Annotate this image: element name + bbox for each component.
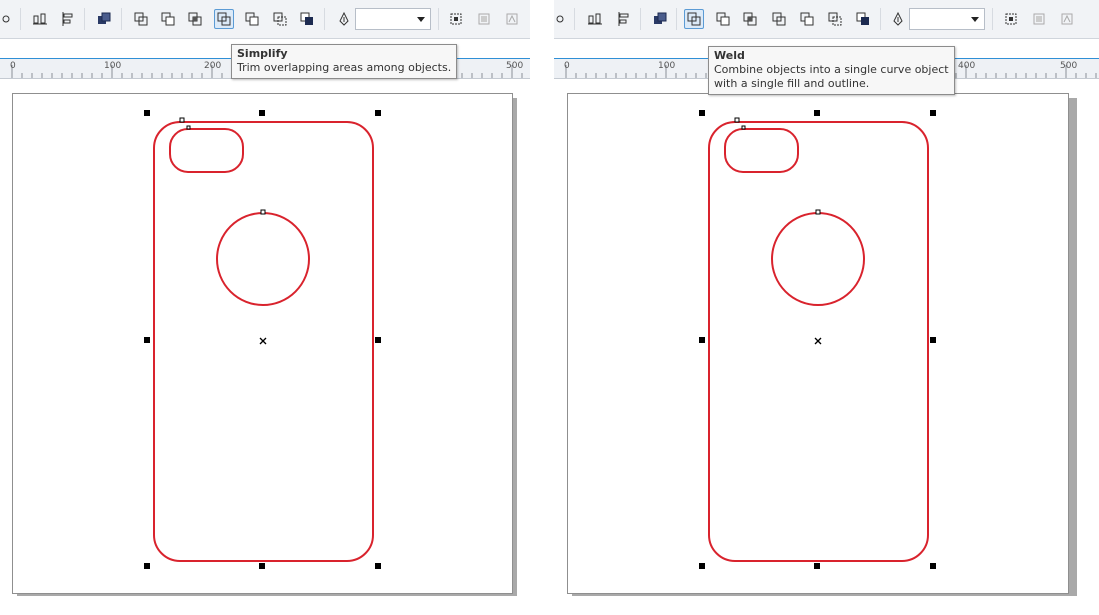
tooltip-description: with a single fill and outline.: [714, 77, 870, 90]
logo-cutout-circle[interactable]: [216, 212, 310, 306]
tooltip-description: Combine objects into a single curve obje…: [714, 63, 949, 76]
tooltip-description: Trim overlapping areas among objects.: [237, 61, 452, 74]
selection-handle[interactable]: [930, 110, 936, 116]
selection-handle[interactable]: [699, 110, 705, 116]
tooltip: Weld Combine objects into a single curve…: [708, 46, 955, 95]
selection-handle[interactable]: [144, 110, 150, 116]
drawing-layer[interactable]: [0, 0, 530, 615]
selection-handle[interactable]: [930, 563, 936, 569]
selection-handle[interactable]: [814, 110, 820, 116]
selection-handle[interactable]: [930, 337, 936, 343]
left-canvas-panel: 0 100 200 500 Simplify Trim overlapping …: [0, 0, 530, 615]
selection-handle[interactable]: [814, 563, 820, 569]
tooltip-title: Weld: [714, 49, 745, 62]
node-marker[interactable]: [741, 125, 746, 130]
selection-handle[interactable]: [144, 337, 150, 343]
node-marker[interactable]: [186, 125, 191, 130]
node-marker[interactable]: [815, 209, 821, 215]
center-marker-icon[interactable]: [814, 337, 822, 345]
node-marker[interactable]: [179, 117, 185, 123]
center-marker-icon[interactable]: [259, 337, 267, 345]
selection-handle[interactable]: [375, 563, 381, 569]
selection-handle[interactable]: [375, 110, 381, 116]
right-canvas-panel: 0 100 400 500 Weld Combine objects into …: [554, 0, 1099, 615]
tooltip-title: Simplify: [237, 47, 288, 60]
camera-cutout[interactable]: [724, 128, 799, 173]
selection-handle[interactable]: [699, 563, 705, 569]
logo-cutout-circle[interactable]: [771, 212, 865, 306]
selection-handle[interactable]: [144, 563, 150, 569]
selection-handle[interactable]: [259, 563, 265, 569]
selection-handle[interactable]: [375, 337, 381, 343]
camera-cutout[interactable]: [169, 128, 244, 173]
node-marker[interactable]: [734, 117, 740, 123]
selection-handle[interactable]: [699, 337, 705, 343]
node-marker[interactable]: [260, 209, 266, 215]
tooltip: Simplify Trim overlapping areas among ob…: [231, 44, 458, 79]
selection-handle[interactable]: [259, 110, 265, 116]
